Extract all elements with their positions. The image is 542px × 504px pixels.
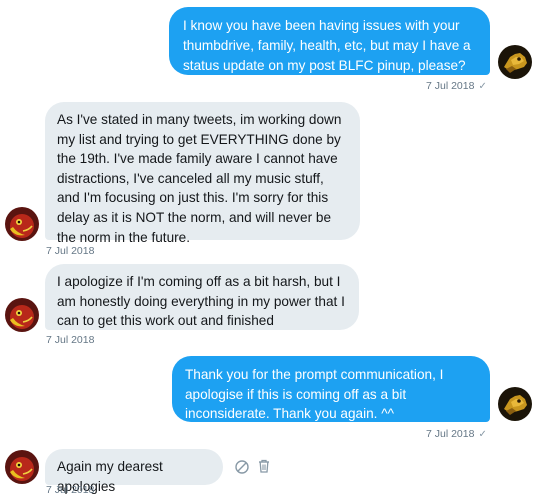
message-timestamp: 7 Jul 2018 — [46, 484, 95, 496]
avatar[interactable] — [5, 298, 39, 332]
outgoing-message: Thank you for the prompt communication, … — [172, 356, 490, 422]
check-icon: ✓ — [478, 429, 487, 440]
avatar[interactable] — [498, 387, 532, 421]
message-timestamp: 7 Jul 2018 — [46, 334, 95, 346]
incoming-message: Again my dearest apologies — [45, 449, 223, 494]
delete-icon[interactable] — [255, 457, 273, 475]
message-timestamp: 7 Jul 2018 — [46, 245, 95, 257]
message-timestamp: 7 Jul 2018 ✓ — [426, 80, 487, 92]
incoming-message: I apologize if I'm coming off as a bit h… — [45, 264, 359, 330]
avatar[interactable] — [5, 207, 39, 241]
message-timestamp: 7 Jul 2018 ✓ — [426, 428, 487, 440]
incoming-message: As I've stated in many tweets, im workin… — [45, 102, 360, 245]
outgoing-message: I know you have been having issues with … — [169, 7, 490, 75]
report-icon[interactable] — [233, 458, 251, 476]
check-icon: ✓ — [478, 81, 487, 92]
avatar[interactable] — [498, 45, 532, 79]
avatar[interactable] — [5, 450, 39, 484]
